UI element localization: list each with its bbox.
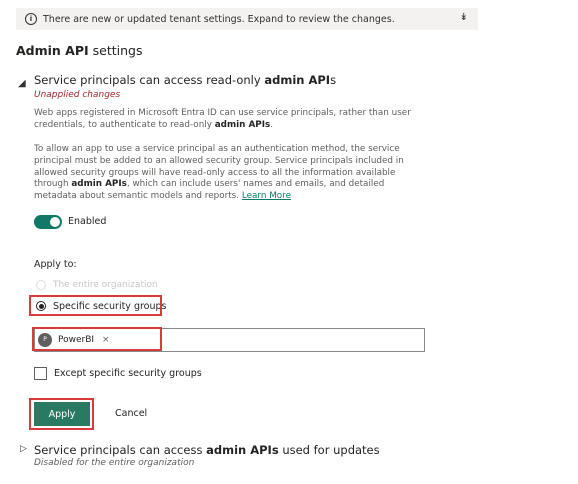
chevron-expanded-icon[interactable]: ◢ [18, 78, 26, 89]
info-icon: i [25, 13, 37, 25]
except-groups-label[interactable]: Except specific security groups [54, 368, 202, 379]
learn-more-link[interactable]: Learn More [242, 191, 291, 201]
radio-entire-organization [36, 280, 46, 290]
setting-title-suffix: s [330, 73, 337, 87]
setting-title-bold: admin API [264, 73, 331, 87]
unapplied-status: Unapplied changes [34, 90, 121, 100]
chevron-right-icon[interactable]: ▷ [20, 444, 27, 454]
description-paragraph-1: Web apps registered in Microsoft Entra I… [34, 108, 429, 132]
para1-bold: admin APIs [214, 119, 271, 130]
setting-2-title-suffix: used for updates [278, 443, 380, 457]
enabled-toggle[interactable] [34, 215, 62, 229]
page-title-bold: Admin API [16, 43, 89, 58]
radio-entire-organization-label: The entire organization [53, 280, 158, 290]
except-groups-checkbox[interactable] [34, 367, 47, 380]
page-title-rest: settings [92, 43, 143, 58]
page-title: Admin API settings [16, 43, 143, 58]
double-chevron-down-icon[interactable]: ↡ [460, 12, 468, 23]
highlight-box-apply [29, 398, 94, 430]
setting-2-title-bold: admin APIs [206, 443, 279, 457]
setting-2-status: Disabled for the entire organization [34, 458, 195, 468]
tenant-settings-banner[interactable]: i There are new or updated tenant settin… [16, 8, 478, 30]
para2-bold: admin APIs [71, 179, 127, 190]
setting-2-title-prefix: Service principals can access [34, 443, 207, 457]
setting-title-prefix: Service principals can access read-only [34, 73, 265, 87]
enabled-label: Enabled [68, 216, 107, 227]
description-paragraph-2: To allow an app to use a service princip… [34, 144, 429, 203]
setting-title[interactable]: Service principals can access read-only … [34, 73, 336, 87]
banner-text: There are new or updated tenant settings… [43, 13, 395, 25]
toggle-knob [50, 217, 60, 227]
cancel-button[interactable]: Cancel [115, 408, 147, 419]
para1-suffix: . [270, 119, 274, 130]
apply-to-label: Apply to: [34, 259, 77, 270]
highlight-box-specific-groups [29, 295, 162, 316]
setting-2-title[interactable]: Service principals can access admin APIs… [34, 443, 380, 457]
highlight-box-chip [32, 327, 162, 351]
